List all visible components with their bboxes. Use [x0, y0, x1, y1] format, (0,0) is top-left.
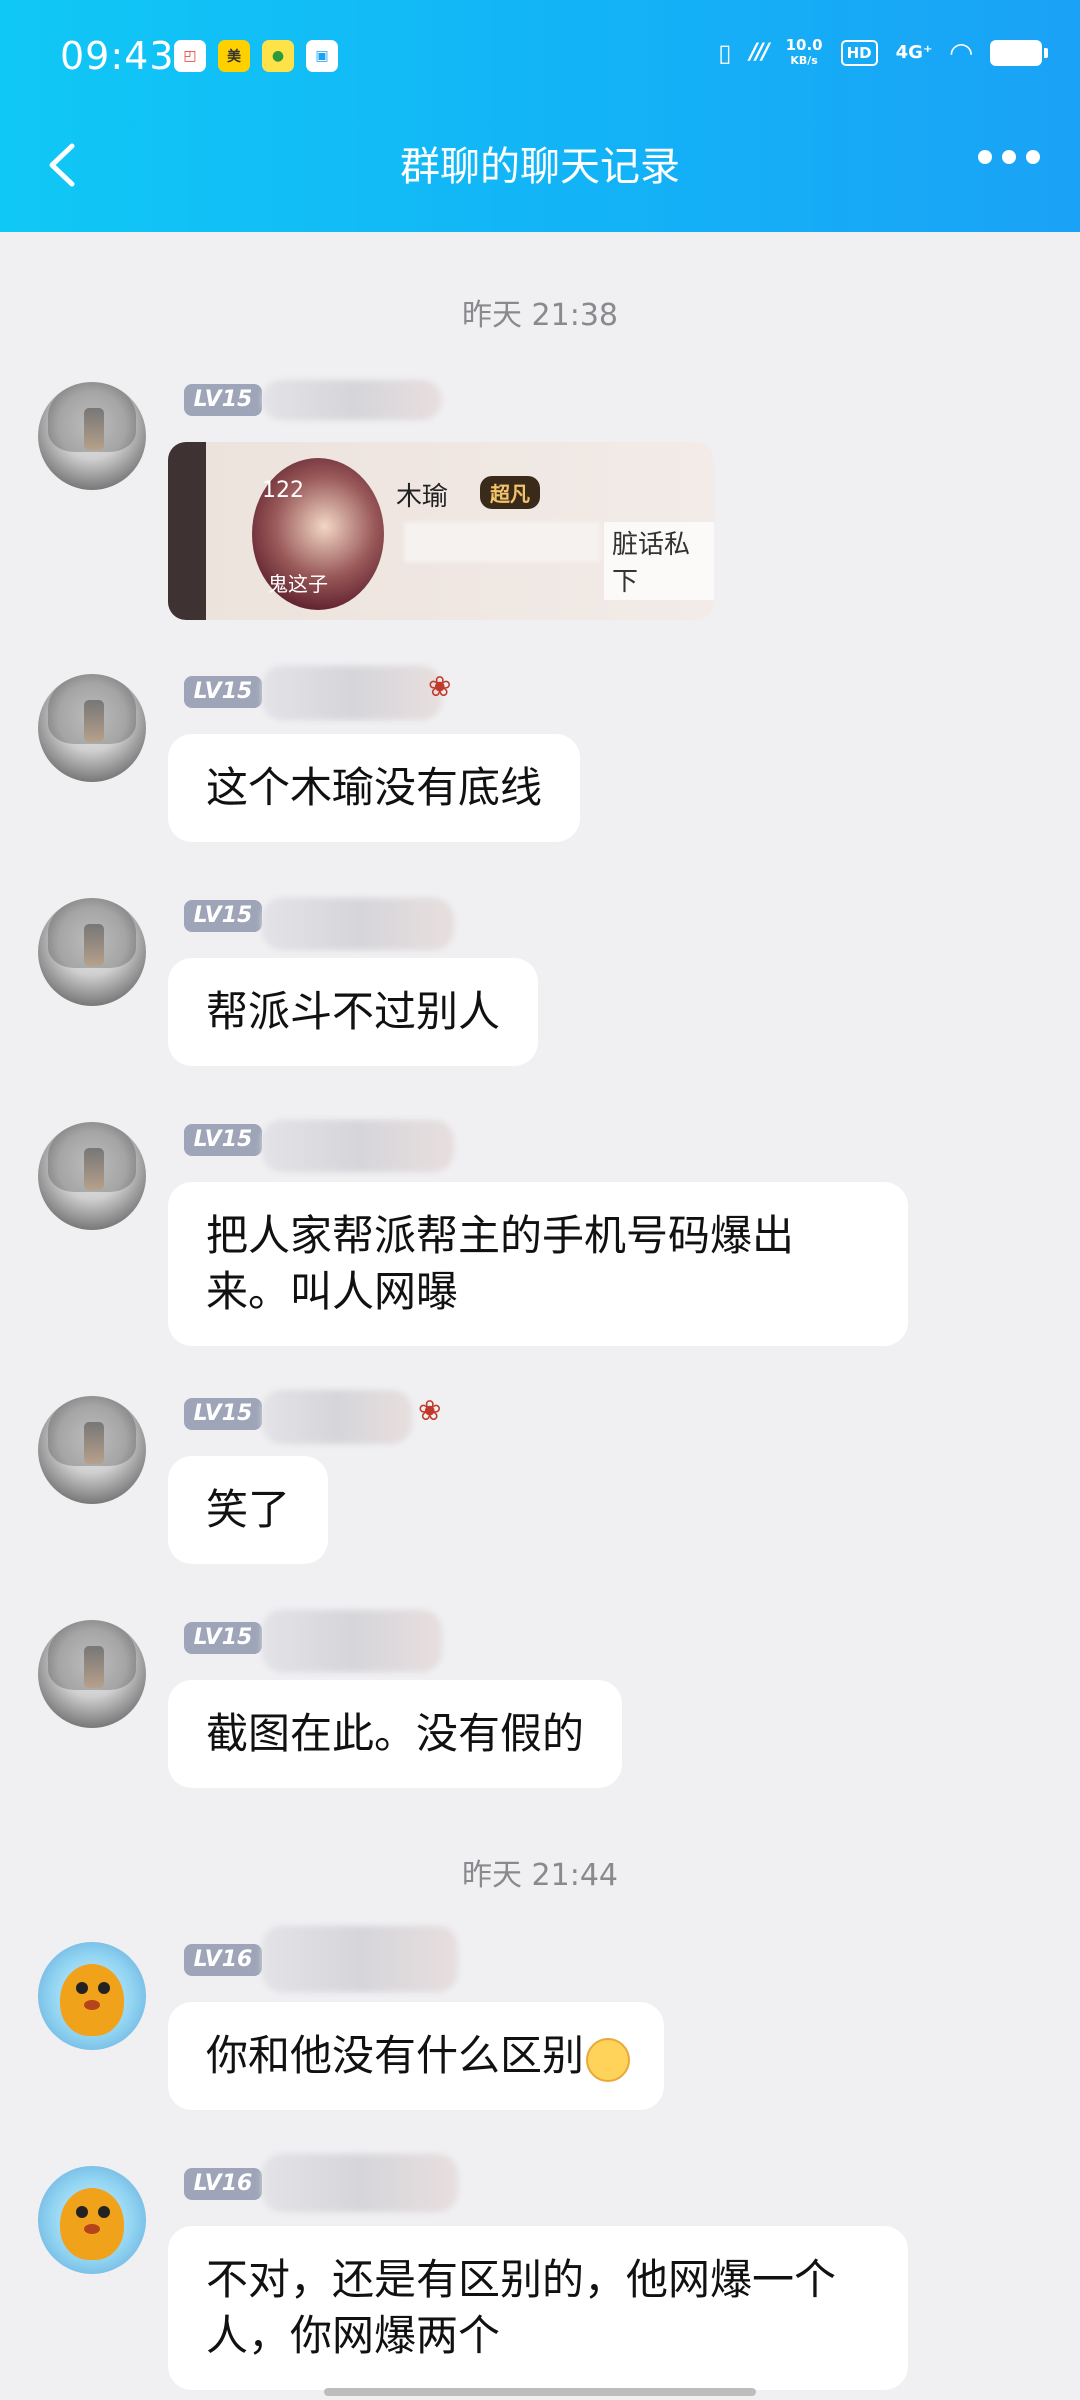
net-speed: 10.0 KB/s [785, 35, 823, 68]
wifi-icon: ◠ [950, 36, 972, 69]
level-badge: LV15 [184, 384, 262, 416]
vibrate-icon: ▯ [718, 38, 732, 67]
level-badge: LV15 [184, 1124, 262, 1156]
sender-name-blurred [262, 1926, 458, 1992]
battery-icon [990, 39, 1048, 66]
level-badge: LV16 [184, 2168, 262, 2200]
chat-image[interactable]: 122 鬼这子 木瑜 超凡 脏话私下 [168, 442, 714, 620]
signal-bars-icon: /// [749, 40, 770, 65]
rose-icon: ❀ [418, 1394, 442, 1427]
blushing-emoji-icon [586, 2038, 631, 2082]
level-badge: LV15 [184, 1622, 262, 1654]
app-green-icon: ● [262, 40, 294, 72]
image-side-text: 脏话私下 [604, 522, 714, 600]
message-bubble[interactable]: 笑了 [168, 1456, 329, 1564]
level-badge: LV15 [184, 676, 262, 708]
sender-name-blurred [262, 1390, 412, 1444]
image-caption: 鬼这子 [268, 572, 328, 596]
message-bubble[interactable]: 你和他没有什么区别 [168, 2002, 665, 2110]
avatar[interactable] [38, 674, 146, 782]
image-tag: 超凡 [480, 476, 540, 509]
hd-badge: HD [840, 39, 878, 66]
avatar[interactable] [38, 1620, 146, 1728]
sender-name-blurred [262, 2154, 458, 2212]
sender-name-blurred [262, 898, 454, 950]
net-speed-unit: KB/s [790, 53, 818, 67]
home-indicator[interactable] [324, 2388, 756, 2396]
message-bubble[interactable]: 不对，还是有区别的，他网爆一个人，你网爆两个 [168, 2226, 908, 2390]
net-speed-value: 10.0 [785, 35, 823, 54]
rose-icon: ❀ [428, 670, 452, 703]
sender-name-blurred [262, 666, 442, 720]
status-right: ▯ /// 10.0 KB/s HD 4G⁺ ◠ [718, 35, 1048, 69]
sender-name-blurred [262, 1120, 454, 1172]
more-icon[interactable] [978, 150, 1040, 164]
message-bubble[interactable]: 帮派斗不过别人 [168, 958, 539, 1066]
level-badge: LV16 [184, 1944, 262, 1976]
sender-name-blurred [262, 380, 442, 420]
timestamp: 昨天 21:44 [462, 1858, 618, 1893]
level-badge: LV15 [184, 900, 262, 932]
avatar[interactable] [38, 1396, 146, 1504]
avatar[interactable] [38, 1122, 146, 1230]
message-bubble[interactable]: 把人家帮派帮主的手机号码爆出来。叫人网曝 [168, 1182, 908, 1346]
status-time: 09:43 [60, 34, 175, 78]
avatar[interactable] [38, 898, 146, 1006]
message-bubble[interactable]: 截图在此。没有假的 [168, 1680, 623, 1788]
app-chat-icon: ▣ [306, 40, 338, 72]
image-number: 122 [262, 478, 304, 503]
image-blur [404, 522, 600, 562]
message-text: 你和他没有什么区别 [206, 2031, 585, 2080]
app-notification-icon: ◰ [174, 40, 206, 72]
image-name: 木瑜 [396, 482, 449, 512]
network-type: 4G⁺ [895, 42, 933, 63]
avatar[interactable] [38, 382, 146, 490]
timestamp: 昨天 21:38 [462, 298, 618, 333]
avatar[interactable] [38, 1942, 146, 2050]
sender-name-blurred [262, 1610, 442, 1672]
meituan-icon: 美 [218, 40, 250, 72]
avatar[interactable] [38, 2166, 146, 2274]
page-title: 群聊的聊天记录 [400, 144, 680, 190]
level-badge: LV15 [184, 1398, 262, 1430]
message-bubble[interactable]: 这个木瑜没有底线 [168, 734, 581, 842]
top-bar: 09:43 ◰ 美 ● ▣ ▯ /// 10.0 KB/s HD 4G⁺ ◠ 群… [0, 0, 1080, 232]
status-app-icons: ◰ 美 ● ▣ [174, 40, 338, 72]
